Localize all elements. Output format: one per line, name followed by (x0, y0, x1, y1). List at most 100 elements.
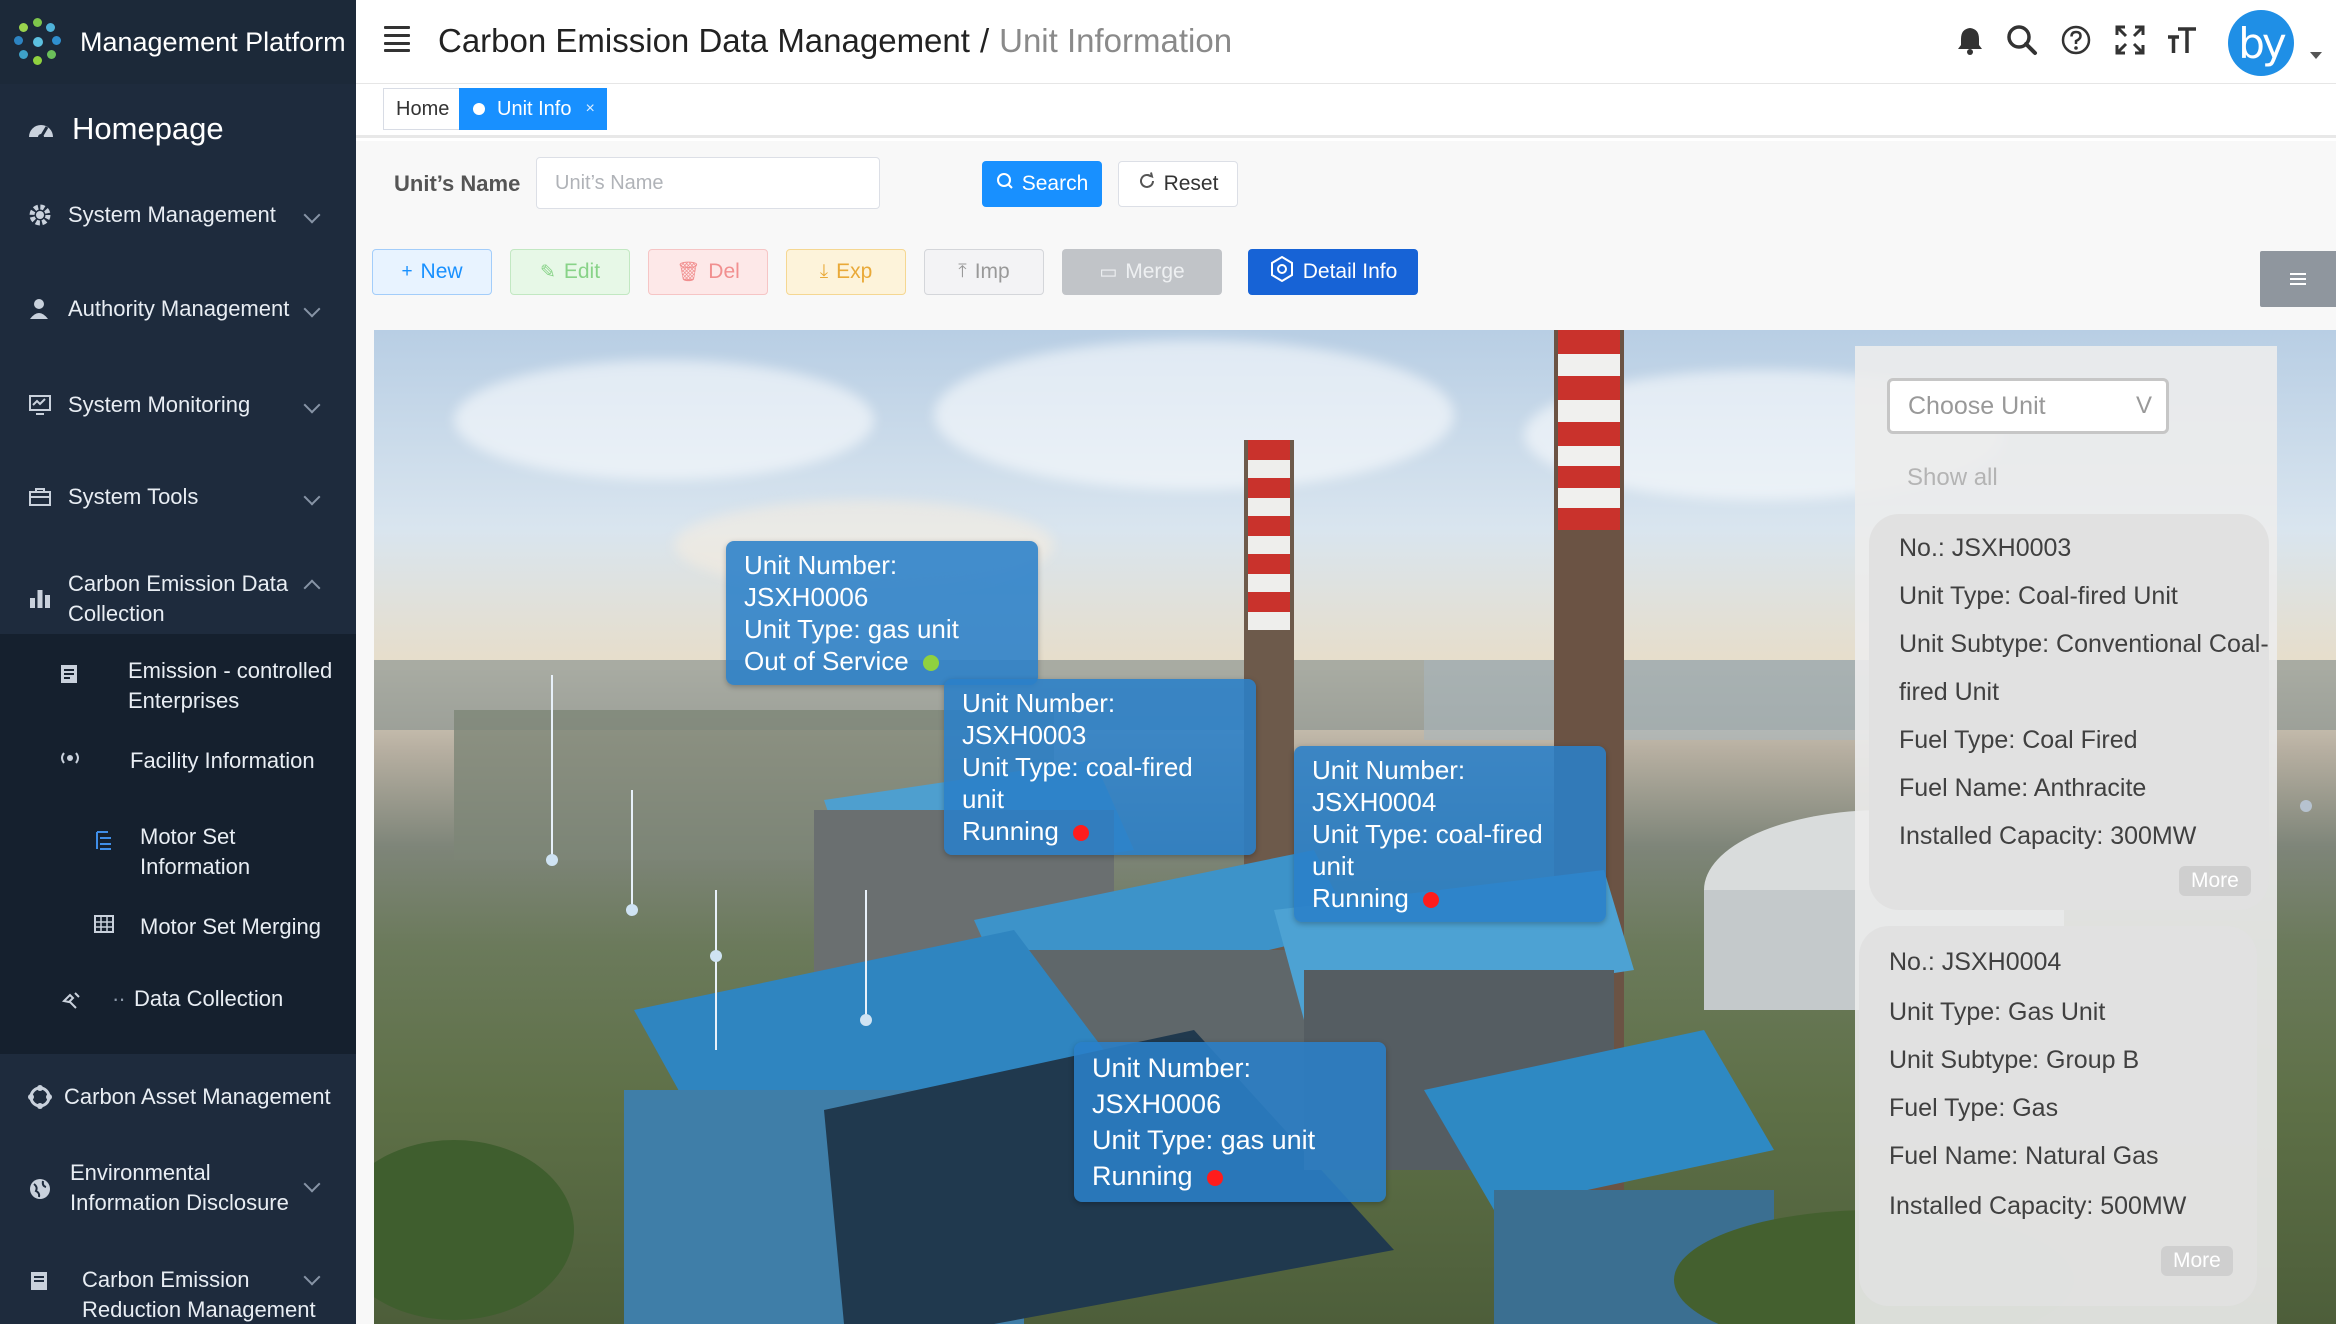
sidebar-item-carbon-emission-data-collection[interactable]: Carbon Emission Data Collection (0, 568, 356, 630)
breadcrumb: Carbon Emission Data Management / Unit Inf… (438, 22, 1232, 60)
unit-callout[interactable]: Unit Number: JSXH0006 Unit Type: gas uni… (1074, 1042, 1386, 1202)
sidebar-item-label: System Monitoring (68, 392, 251, 417)
delete-button[interactable]: 🗑 Del (648, 249, 768, 295)
merge-button[interactable]: ▭ Merge (1062, 249, 1222, 295)
sidebar-item-environmental-information-disclosure[interactable]: Environmental Information Disclosure (0, 1158, 356, 1220)
refresh-icon (1138, 172, 1156, 196)
tag-label: Unit Info (497, 97, 572, 120)
fullscreen-icon[interactable] (2112, 22, 2148, 58)
unit-card[interactable]: No.: JSXH0004 Unit Type: Gas Unit Unit S… (1859, 926, 2257, 1306)
chevron-down-icon (303, 206, 321, 224)
bell-icon[interactable] (1952, 22, 1988, 58)
font-size-icon[interactable] (2164, 22, 2200, 58)
trash-icon: 🗑 (676, 262, 701, 283)
settings-icon (1269, 255, 1295, 288)
top-header: Carbon Emission Data Management / Unit Inf… (356, 0, 2336, 84)
user-avatar[interactable]: by (2228, 10, 2294, 76)
dashboard-icon (26, 114, 56, 144)
list-icon (92, 828, 116, 852)
unit-card[interactable]: No.: JSXH0003 Unit Type: Coal-fired Unit… (1869, 514, 2269, 910)
unit-callout[interactable]: Unit Number: JSXH0004 Unit Type: coal-fi… (1294, 746, 1606, 922)
search-icon (996, 172, 1014, 196)
grid-icon (92, 912, 116, 936)
sidebar-subitem-label: Facility Information (130, 748, 315, 773)
unit-status: Running (1092, 1161, 1193, 1191)
show-all-link[interactable]: Show all (1907, 464, 1998, 492)
close-icon[interactable]: × (585, 100, 594, 118)
search-icon[interactable] (2004, 22, 2040, 58)
unit-number: Unit Number: JSXH0006 (744, 550, 898, 612)
tag-home[interactable]: Home (383, 88, 463, 130)
sidebar-item-label: System Tools (68, 484, 199, 509)
sidebar-subitem-enterprises[interactable]: Emission - controlled Enterprises (0, 656, 356, 718)
unit-name-input[interactable] (536, 157, 880, 209)
unit-callout[interactable]: Unit Number: JSXH0003 Unit Type: coal-fi… (944, 679, 1256, 855)
column-toggle-menu-icon[interactable] (2260, 251, 2336, 307)
breadcrumb-parent[interactable]: Carbon Emission Data Management (438, 22, 970, 59)
unit-type: Unit Type: gas unit (1092, 1125, 1316, 1155)
sidebar-item-authority-management[interactable]: Authority Management (0, 292, 356, 326)
unit-callout[interactable]: Unit Number: JSXH0006 Unit Type: gas uni… (726, 541, 1038, 685)
unit-card-subtype-cont: fired Unit (1899, 678, 2000, 706)
export-button[interactable]: ⤓ Exp (786, 249, 906, 295)
unit-card-type: Unit Type: Gas Unit (1889, 998, 2106, 1026)
active-dot-icon (473, 103, 485, 115)
plus-icon: + (401, 261, 413, 282)
gear-icon (26, 201, 54, 229)
import-button[interactable]: ⤒ Imp (924, 249, 1044, 295)
sidebar-subitem-motor-set-information[interactable]: Motor Set Information (0, 822, 356, 884)
more-button[interactable]: More (2161, 1246, 2233, 1276)
upload-icon: ⤒ (958, 261, 967, 282)
unit-status: Running (962, 816, 1059, 846)
sidebar-item-label: Homepage (72, 111, 224, 146)
platform-logo-icon (14, 18, 62, 66)
sidebar-submenu: Emission - controlled Enterprises Facili… (0, 634, 356, 1054)
unit-status: Running (1312, 883, 1409, 913)
menu-toggle-icon[interactable] (384, 26, 412, 52)
sidebar-item-homepage[interactable]: Homepage (0, 96, 356, 162)
scroll-indicator[interactable] (2300, 800, 2312, 812)
sidebar-item-system-monitoring[interactable]: System Monitoring (0, 388, 356, 422)
detail-info-button[interactable]: Detail Info (1248, 249, 1418, 295)
caret-down-icon[interactable] (2310, 52, 2322, 59)
breadcrumb-current: Unit Information (999, 22, 1233, 59)
sidebar-subitem-label: Data Collection (134, 986, 284, 1011)
app-title: Management Platform (80, 26, 346, 57)
sidebar-subitem-motor-set-merging[interactable]: Motor Set Merging (0, 912, 356, 946)
unit-name-label: Unit’s Name (394, 171, 521, 196)
facility-icon (58, 746, 82, 770)
edit-button[interactable]: ✎ Edit (510, 249, 630, 295)
user-icon (26, 295, 54, 323)
new-button[interactable]: + New (372, 249, 492, 295)
sidebar-subitem-label: Motor Set Information (140, 824, 251, 879)
status-dot-icon (1072, 825, 1089, 842)
help-icon[interactable] (2058, 22, 2094, 58)
status-dot-icon (1206, 1169, 1223, 1186)
download-icon: ⤓ (819, 261, 829, 282)
tag-unit-info[interactable]: Unit Info × (459, 88, 607, 130)
sidebar-subitem-data-collection[interactable]: ·· Data Collection (0, 984, 356, 1018)
sidebar-item-carbon-emission-reduction-management[interactable]: Carbon Emission Reduction Management (0, 1265, 356, 1327)
sidebar-item-label: Environmental Information Disclosure (70, 1160, 289, 1215)
chevron-down-icon (303, 1175, 321, 1193)
sidebar-item-system-management[interactable]: System Management (0, 198, 356, 232)
sidebar-item-carbon-asset-management[interactable]: Carbon Asset Management (0, 1080, 356, 1114)
unit-number: Unit Number: JSXH0003 (962, 688, 1116, 750)
pencil-icon: ✎ (539, 261, 556, 283)
choose-unit-select[interactable]: Choose Unit V (1887, 378, 2169, 434)
sidebar-item-system-tools[interactable]: System Tools (0, 480, 356, 514)
chevron-down-icon (303, 396, 321, 414)
unit-card-fuel-type: Fuel Type: Coal Fired (1899, 726, 2138, 754)
chevron-down-icon (303, 300, 321, 318)
chevron-down-icon (303, 488, 321, 506)
unit-list-panel: Choose Unit V Show all No.: JSXH0003 Uni… (1855, 346, 2277, 1324)
sidebar-subitem-facility-information[interactable]: Facility Information (0, 746, 356, 780)
reset-button[interactable]: Reset (1118, 161, 1238, 207)
unit-card-fuel-name: Fuel Name: Anthracite (1899, 774, 2147, 802)
sidebar-item-label: Authority Management (68, 296, 290, 321)
chevron-down-icon: V (2135, 392, 2152, 419)
sidebar-subitem-label: Emission - controlled Enterprises (128, 658, 333, 713)
more-button[interactable]: More (2179, 866, 2251, 896)
search-button[interactable]: Search (982, 161, 1102, 207)
sidebar-item-label: Carbon Asset Management (64, 1084, 331, 1109)
